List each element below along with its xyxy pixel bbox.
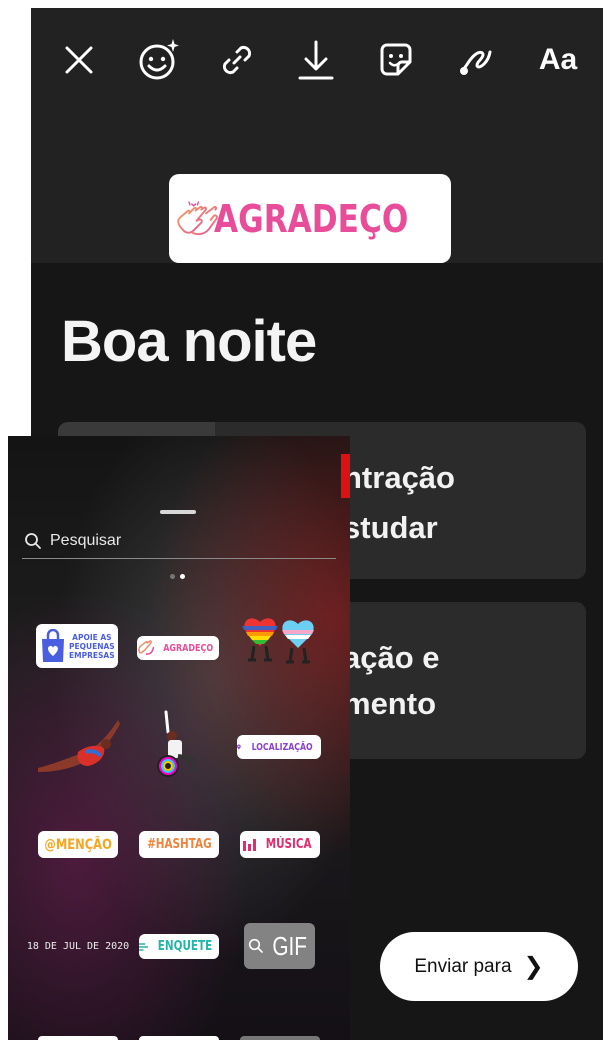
location-pin-icon (237, 744, 241, 750)
swimmer-illustration-icon (38, 720, 120, 772)
card-title-line-1: ação e (343, 640, 440, 675)
sticker-icon[interactable] (373, 30, 419, 90)
draw-icon[interactable] (453, 30, 499, 90)
wheelchair-illustration-icon (157, 710, 196, 777)
search-icon (25, 533, 41, 549)
wheelchair-sticker[interactable] (148, 706, 208, 780)
background-red-strip (341, 454, 350, 498)
swimmer-sticker[interactable] (34, 712, 122, 776)
gif-sticker[interactable]: GIF (244, 923, 315, 969)
location-sticker-label: LOCALIZAÇÃO (251, 741, 313, 753)
sticker-search-field[interactable]: Pesquisar (22, 524, 336, 559)
location-sticker[interactable]: LOCALIZAÇÃO (237, 735, 321, 759)
page-dot-active (180, 574, 185, 579)
date-sticker-label: 18 DE JUL DE 2020 (26, 940, 130, 952)
sticker-partial[interactable] (240, 1036, 320, 1040)
pride-hearts-icon (242, 618, 314, 664)
hashtag-sticker[interactable]: #HASHTAG (139, 831, 219, 858)
poll-sticker[interactable]: ENQUETE (139, 934, 219, 959)
text-tool-button[interactable]: Aa (531, 30, 585, 90)
editor-toolbar: Aa (31, 30, 603, 90)
card-title-line-2: studar (343, 510, 438, 545)
support-small-business-sticker[interactable]: APOIE AS PEQUENAS EMPRESAS (36, 624, 118, 668)
support-line-3: EMPRESAS (69, 650, 115, 660)
mention-sticker[interactable]: @MENÇÃO (38, 831, 118, 858)
support-line-1: APOIE AS (72, 632, 112, 642)
link-icon[interactable] (214, 30, 260, 90)
page-title: Boa noite (61, 309, 317, 374)
sticker-partial[interactable] (139, 1036, 219, 1040)
gif-sticker-label: GIF (272, 930, 307, 961)
thanks-sticker[interactable]: AGRADEÇO (169, 174, 451, 263)
pride-friends-sticker[interactable] (238, 614, 322, 676)
poll-sticker-label: ENQUETE (157, 939, 213, 954)
send-to-button[interactable]: Enviar para ❯ (380, 932, 578, 1001)
card-title-line-1: ntração (343, 460, 455, 495)
card-title-line-2: mento (343, 686, 436, 721)
date-sticker[interactable]: 18 DE JUL DE 2020 (26, 936, 130, 956)
download-icon[interactable] (293, 30, 339, 90)
send-to-label: Enviar para (414, 955, 512, 977)
page-dot (170, 574, 175, 579)
chevron-right-icon: ❯ (523, 953, 544, 980)
sticker-partial[interactable] (38, 1036, 118, 1040)
close-icon[interactable] (59, 30, 99, 90)
music-bars-icon (242, 838, 256, 851)
music-sticker-label: MÚSICA (265, 837, 312, 852)
thanks-sticker-label: AGRADEÇO (214, 196, 409, 241)
music-sticker[interactable]: MÚSICA (240, 831, 320, 858)
search-icon (248, 938, 263, 953)
support-line-2: PEQUENAS (69, 641, 115, 651)
clapping-hands-icon (138, 640, 155, 655)
shopping-bag-icon (42, 629, 64, 662)
thanks-sticker-thumbnail[interactable]: AGRADEÇO (137, 636, 219, 660)
sticker-tray: Pesquisar APOIE AS PEQUENAS EMPRESAS AGR… (8, 436, 350, 1040)
poll-bars-icon (139, 942, 148, 951)
thanks-sticker-thumbnail-label: AGRADEÇO (162, 642, 213, 654)
hashtag-sticker-label: #HASHTAG (146, 837, 212, 852)
tray-drag-handle[interactable] (160, 510, 196, 514)
page-indicator (170, 574, 185, 579)
clapping-hands-icon (177, 200, 218, 235)
search-placeholder: Pesquisar (50, 532, 122, 549)
mention-sticker-label: @MENÇÃO (44, 836, 112, 853)
face-effects-icon[interactable] (134, 30, 184, 90)
